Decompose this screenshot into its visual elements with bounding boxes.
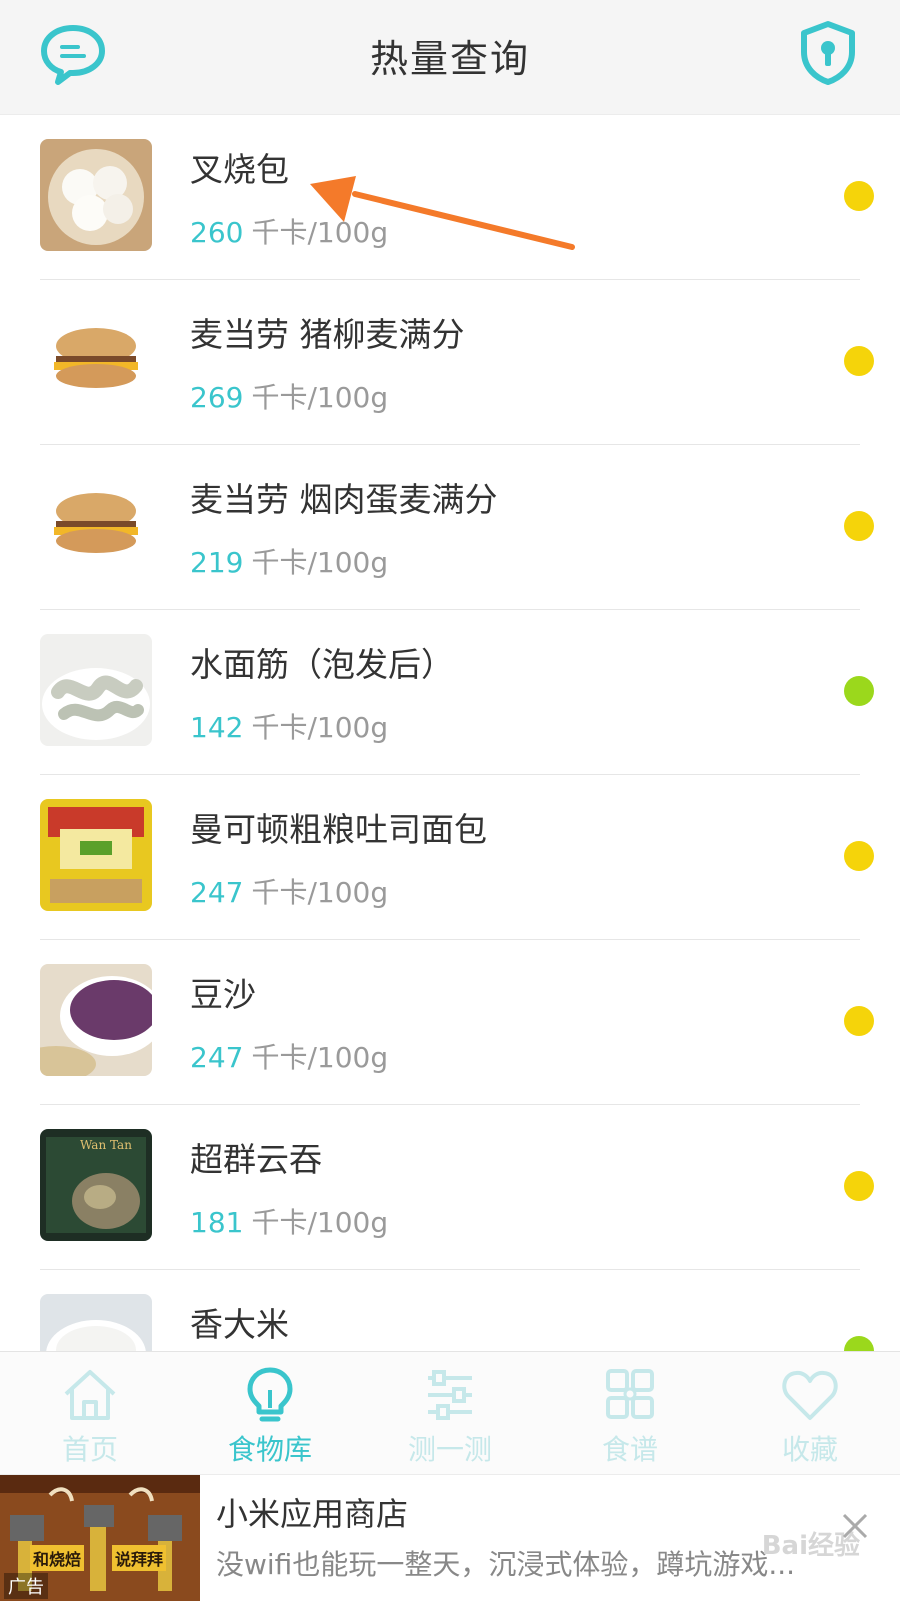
food-list-item[interactable]: Wan Tan 超群云吞 181 千卡/100g	[0, 1105, 900, 1270]
calorie-level-dot	[844, 1171, 874, 1201]
food-thumbnail: Wan Tan	[40, 1129, 152, 1241]
calorie-level-dot	[844, 841, 874, 871]
food-calories: 269 千卡/100g	[190, 376, 388, 416]
bottom-tab-bar: 首页 食物库 测一测 食谱 收藏	[0, 1351, 900, 1475]
heart-icon	[782, 1370, 838, 1420]
food-list-item[interactable]: 香大米	[0, 1270, 900, 1351]
food-list-item[interactable]: 曼可顿粗粮吐司面包 247 千卡/100g	[0, 775, 900, 940]
calorie-value: 269	[190, 381, 244, 414]
calorie-level-dot	[844, 676, 874, 706]
ad-title[interactable]: 小米应用商店	[216, 1489, 408, 1535]
shield-lock-icon[interactable]	[800, 20, 856, 86]
sliders-icon	[428, 1370, 472, 1420]
food-thumbnail	[40, 139, 152, 251]
calorie-level-dot	[844, 1006, 874, 1036]
tab-food-library-label: 食物库	[227, 1433, 312, 1466]
tab-home[interactable]: 首页	[0, 1352, 180, 1475]
calorie-unit: 千卡/100g	[251, 876, 389, 909]
page-title: 热量查询	[369, 37, 530, 81]
food-list-item[interactable]: 麦当劳 烟肉蛋麦满分 219 千卡/100g	[0, 445, 900, 610]
food-thumbnail	[40, 1294, 152, 1351]
food-thumbnail	[40, 799, 152, 911]
ad-description: 没wifi也能玩一整天，沉浸式体验，蹲坑游戏...	[216, 1548, 796, 1581]
calorie-level-dot	[844, 346, 874, 376]
calorie-unit: 千卡/100g	[251, 546, 389, 579]
tab-home-label: 首页	[61, 1433, 118, 1466]
ad-banner[interactable]: 和烧焙 说拜拜 广告 小米应用商店 没wifi也能玩一整天，沉浸式体验，蹲坑游戏…	[0, 1474, 900, 1601]
calorie-unit: 千卡/100g	[251, 381, 389, 414]
food-calories: 247 千卡/100g	[190, 871, 388, 911]
food-list-item[interactable]: 水面筋（泡发后） 142 千卡/100g	[0, 610, 900, 775]
food-thumbnail	[40, 634, 152, 746]
food-name: 曼可顿粗粮吐司面包	[190, 810, 487, 849]
calorie-unit: 千卡/100g	[251, 711, 389, 744]
food-calories: 247 千卡/100g	[190, 1036, 388, 1076]
tab-favorites[interactable]: 收藏	[720, 1352, 900, 1475]
lightbulb-icon	[247, 1367, 293, 1422]
calorie-unit: 千卡/100g	[251, 216, 389, 249]
tab-test[interactable]: 测一测	[360, 1352, 540, 1475]
food-thumbnail	[40, 469, 152, 581]
tab-recipes[interactable]: 食谱	[540, 1352, 720, 1475]
food-name: 香大米	[190, 1305, 289, 1344]
food-name: 水面筋（泡发后）	[190, 645, 454, 684]
tab-test-label: 测一测	[407, 1433, 492, 1466]
food-thumbnail	[40, 304, 152, 416]
food-calories: 260 千卡/100g	[190, 211, 388, 251]
food-list[interactable]: 叉烧包 260 千卡/100g 麦当劳 猪柳麦满分 269 千卡/100g 麦当劳 烟肉蛋麦…	[0, 115, 900, 1351]
close-icon[interactable]	[840, 1511, 870, 1541]
food-list-item[interactable]: 叉烧包 260 千卡/100g	[0, 115, 900, 280]
food-calories: 142 千卡/100g	[190, 706, 388, 746]
calorie-unit: 千卡/100g	[251, 1041, 389, 1074]
calorie-level-dot	[844, 511, 874, 541]
ad-tag: 广告	[4, 1573, 48, 1599]
calorie-value: 247	[190, 876, 244, 909]
svg-text:Wan Tan: Wan Tan	[80, 1138, 132, 1152]
calorie-value: 260	[190, 216, 244, 249]
food-thumbnail	[40, 964, 152, 1076]
calorie-level-dot	[844, 181, 874, 211]
food-name: 超群云吞	[190, 1140, 322, 1179]
food-name: 叉烧包	[190, 150, 289, 189]
food-list-item[interactable]: 麦当劳 猪柳麦满分 269 千卡/100g	[0, 280, 900, 445]
home-icon	[64, 1370, 116, 1420]
food-name: 麦当劳 烟肉蛋麦满分	[190, 480, 498, 519]
ad-image-caption-left: 和烧焙	[30, 1545, 85, 1571]
calorie-value: 181	[190, 1206, 244, 1239]
food-calories: 219 千卡/100g	[190, 541, 388, 581]
calorie-level-dot	[844, 1336, 874, 1351]
food-calories: 181 千卡/100g	[190, 1201, 388, 1241]
food-list-item[interactable]: 豆沙 247 千卡/100g	[0, 940, 900, 1105]
calorie-value: 142	[190, 711, 244, 744]
calorie-value: 247	[190, 1041, 244, 1074]
tab-favorites-label: 收藏	[781, 1433, 838, 1466]
tab-food-library[interactable]: 食物库	[180, 1352, 360, 1475]
tab-recipes-label: 食谱	[601, 1433, 658, 1466]
food-name: 麦当劳 猪柳麦满分	[190, 315, 465, 354]
calorie-unit: 千卡/100g	[251, 1206, 389, 1239]
app-header: 热量查询	[0, 0, 900, 115]
ad-image-caption-right: 说拜拜	[112, 1545, 167, 1571]
grid-icon	[606, 1369, 654, 1419]
ad-image[interactable]: 和烧焙 说拜拜 广告	[0, 1475, 200, 1601]
calorie-value: 219	[190, 546, 244, 579]
food-name: 豆沙	[190, 975, 256, 1014]
